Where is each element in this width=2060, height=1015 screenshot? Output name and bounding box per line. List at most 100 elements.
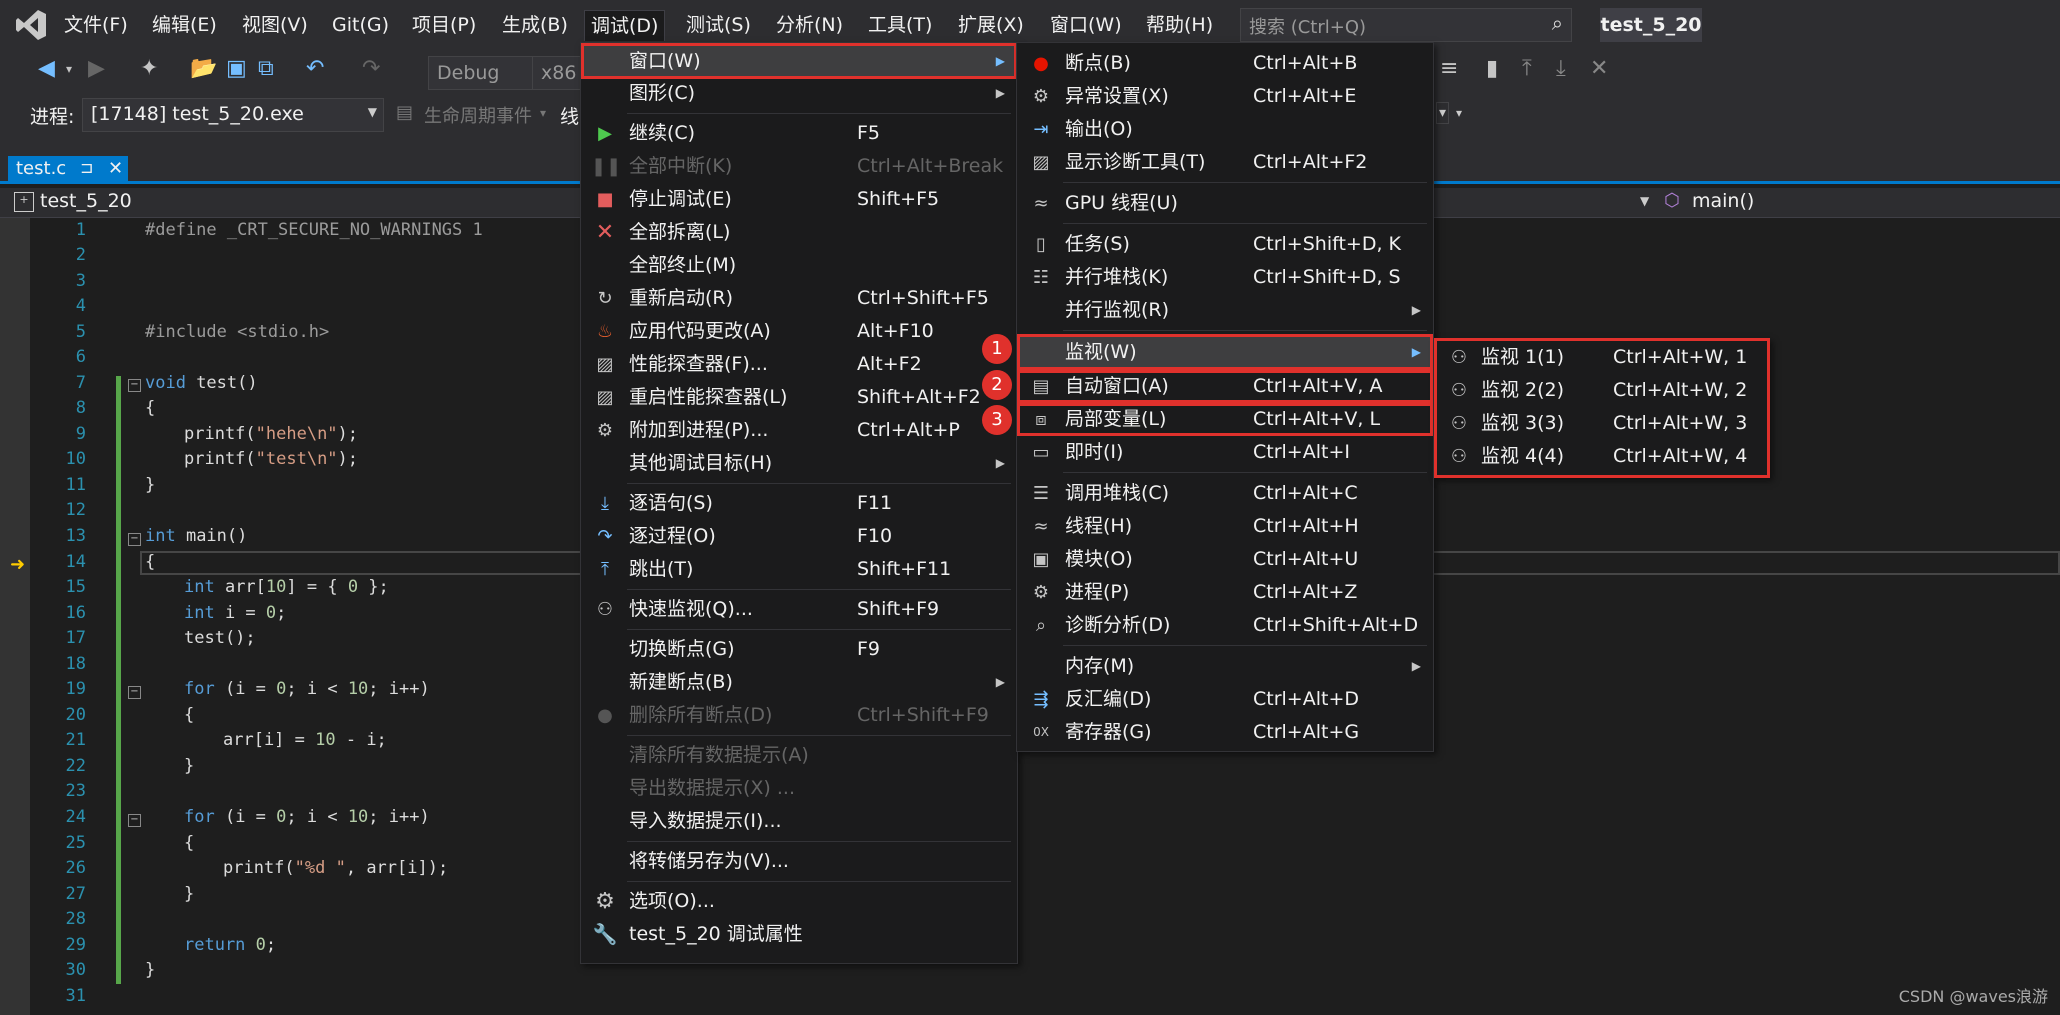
menu-item-tasks[interactable]: ▯ 任务(S) Ctrl+Shift+D, K [1017, 228, 1433, 261]
menu-item-disassembly[interactable]: ⇶ 反汇编(D) Ctrl+Alt+D [1017, 683, 1433, 716]
menu-item-registers[interactable]: 0X 寄存器(G) Ctrl+Alt+G [1017, 716, 1433, 749]
menu-git[interactable]: Git(G) [326, 10, 395, 40]
bookmark-icon[interactable]: ▮ [1486, 56, 1498, 81]
menu-item-watch-2[interactable]: ⚇ 监视 2(2) Ctrl+Alt+W, 2 [1435, 374, 1769, 407]
menu-file[interactable]: 文件(F) [58, 10, 134, 40]
save-all-icon[interactable]: ⧉ [258, 56, 274, 81]
line-number: 23 [65, 781, 86, 801]
menu-item-output[interactable]: ⇥ 输出(O) [1017, 113, 1433, 146]
lifecycle-events-button[interactable]: 生命周期事件 [424, 102, 532, 128]
tab-test-c[interactable]: test.c ⊐ ✕ [8, 156, 128, 184]
pin-icon[interactable]: ⊐ [80, 158, 93, 177]
menu-item-new-breakpoint[interactable]: 新建断点(B) ▶ [581, 666, 1017, 699]
menu-item-options[interactable]: ⚙ 选项(O)... [581, 885, 1017, 918]
close-icon: ✕ [595, 220, 615, 245]
menu-debug[interactable]: 调试(D) [584, 10, 666, 41]
step-out-icon: ⤒ [601, 559, 609, 580]
process-label: 进程: [30, 106, 75, 128]
menu-item-watch[interactable]: 监视(W) ▶ [1017, 334, 1433, 370]
menu-item-attach-to-process[interactable]: ⚙ 附加到进程(P)... Ctrl+Alt+P [581, 414, 1017, 447]
menu-test[interactable]: 测试(S) [680, 10, 757, 40]
fold-toggle-icon[interactable]: − [128, 686, 141, 699]
menu-item-label: 窗口(W) [629, 50, 701, 72]
menu-item-step-over[interactable]: ↷ 逐过程(O) F10 [581, 520, 1017, 553]
menu-item-processes[interactable]: ⚙ 进程(P) Ctrl+Alt+Z [1017, 576, 1433, 609]
code-line: printf("%d ", arr[i]); [223, 858, 448, 878]
fold-toggle-icon[interactable]: − [128, 533, 141, 546]
project-scope[interactable]: test_5_20 [40, 190, 132, 212]
menu-item-restart[interactable]: ↻ 重新启动(R) Ctrl+Shift+F5 [581, 282, 1017, 315]
menu-item-call-stack[interactable]: ☰ 调用堆栈(C) Ctrl+Alt+C [1017, 477, 1433, 510]
function-scope[interactable]: main() [1692, 190, 1754, 212]
menu-item-toggle-breakpoint[interactable]: 切换断点(G) F9 [581, 633, 1017, 666]
search-box[interactable]: 搜索 (Ctrl+Q) ⌕ [1240, 8, 1572, 42]
menu-item-apply-code-changes[interactable]: ♨ 应用代码更改(A) Alt+F10 [581, 315, 1017, 348]
menu-item-debug-properties[interactable]: 🔧 test_5_20 调试属性 [581, 918, 1017, 951]
menu-item-graphics[interactable]: 图形(C) ▶ [581, 77, 1017, 110]
menu-item-diagnostic-analysis[interactable]: ⌕ 诊断分析(D) Ctrl+Shift+Alt+D [1017, 609, 1433, 642]
prev-bookmark-icon[interactable]: ⤒ [1522, 56, 1532, 81]
menu-view[interactable]: 视图(V) [236, 10, 314, 40]
menu-item-threads[interactable]: ≈ 线程(H) Ctrl+Alt+H [1017, 510, 1433, 543]
clear-bookmark-icon[interactable]: ✕ [1590, 56, 1608, 81]
menu-item-label: 线程(H) [1065, 515, 1133, 537]
registers-icon: 0X [1033, 725, 1049, 739]
menu-analyze[interactable]: 分析(N) [770, 10, 849, 40]
chevron-down-icon[interactable]: ▼ [1640, 194, 1649, 208]
delete-breakpoints-icon: ● [597, 705, 613, 726]
menu-item-parallel-stacks[interactable]: ☷ 并行堆栈(K) Ctrl+Shift+D, S [1017, 261, 1433, 294]
close-icon[interactable]: ✕ [108, 158, 123, 179]
menu-item-stop-debugging[interactable]: ■ 停止调试(E) Shift+F5 [581, 183, 1017, 216]
menu-item-watch-1[interactable]: ⚇ 监视 1(1) Ctrl+Alt+W, 1 [1435, 341, 1769, 374]
save-icon[interactable]: ▣ [226, 56, 247, 81]
menu-item-performance-profiler[interactable]: ▨ 性能探查器(F)... Alt+F2 [581, 348, 1017, 381]
open-folder-icon[interactable]: 📂 [190, 56, 217, 81]
menu-item-window[interactable]: 窗口(W) ▶ [581, 43, 1017, 79]
menu-item-modules[interactable]: ▣ 模块(O) Ctrl+Alt+U [1017, 543, 1433, 576]
menu-item-label: test_5_20 调试属性 [629, 923, 803, 945]
back-icon[interactable]: ◀ [38, 56, 55, 81]
menu-edit[interactable]: 编辑(E) [146, 10, 223, 40]
new-project-icon[interactable]: ✦ [140, 56, 158, 81]
next-bookmark-icon[interactable]: ⤓ [1556, 56, 1566, 81]
menu-project[interactable]: 项目(P) [406, 10, 482, 40]
format-icon[interactable]: ≡ [1440, 56, 1458, 81]
menu-item-parallel-watch[interactable]: 并行监视(R) ▶ [1017, 294, 1433, 327]
menu-item-relaunch-profiler[interactable]: ▨ 重启性能探查器(L) Shift+Alt+F2 [581, 381, 1017, 414]
menu-item-continue[interactable]: ▶ 继续(C) F5 [581, 117, 1017, 150]
menu-item-exception-settings[interactable]: ⚙ 异常设置(X) Ctrl+Alt+E [1017, 80, 1433, 113]
redo-icon[interactable]: ↷ [362, 56, 380, 81]
menu-item-gpu-threads[interactable]: ≈ GPU 线程(U) [1017, 187, 1433, 220]
menu-help[interactable]: 帮助(H) [1140, 10, 1219, 40]
menu-build[interactable]: 生成(B) [496, 10, 574, 40]
menu-item-autos[interactable]: ▤ 自动窗口(A) Ctrl+Alt+V, A [1017, 370, 1433, 403]
fold-toggle-icon[interactable]: − [128, 814, 141, 827]
menu-window[interactable]: 窗口(W) [1044, 10, 1128, 40]
process-select[interactable]: [17148] test_5_20.exe ▼ [82, 98, 384, 132]
undo-icon[interactable]: ↶ [306, 56, 324, 81]
menu-item-breakpoints[interactable]: ● 断点(B) Ctrl+Alt+B [1017, 47, 1433, 80]
fold-toggle-icon[interactable]: − [128, 379, 141, 392]
menu-tools[interactable]: 工具(T) [862, 10, 938, 40]
menu-item-import-datatips[interactable]: 导入数据提示(I)... [581, 805, 1017, 838]
config-select[interactable]: Debug [428, 56, 540, 90]
menu-extensions[interactable]: 扩展(X) [952, 10, 1030, 40]
menu-item-terminate-all[interactable]: 全部终止(M) [581, 249, 1017, 282]
menu-item-locals[interactable]: ⧈ 局部变量(L) Ctrl+Alt+V, L [1017, 403, 1433, 436]
chevron-down-icon[interactable]: ▾ [66, 62, 72, 76]
menu-item-watch-3[interactable]: ⚇ 监视 3(3) Ctrl+Alt+W, 3 [1435, 407, 1769, 440]
menu-item-memory[interactable]: 内存(M) ▶ [1017, 650, 1433, 683]
menu-item-diagnostic-tools[interactable]: ▨ 显示诊断工具(T) Ctrl+Alt+F2 [1017, 146, 1433, 179]
overflow-icon[interactable]: ▾ [1456, 106, 1462, 120]
menu-item-save-dump[interactable]: 将转储另存为(V)... [581, 845, 1017, 878]
menu-item-detach-all[interactable]: ✕ 全部拆离(L) [581, 216, 1017, 249]
menu-item-step-out[interactable]: ⤒ 跳出(T) Shift+F11 [581, 553, 1017, 586]
menu-item-other-targets[interactable]: 其他调试目标(H) ▶ [581, 447, 1017, 480]
code-line: printf("hehe\n"); [184, 424, 358, 444]
forward-icon[interactable]: ▶ [88, 56, 105, 81]
menu-item-step-into[interactable]: ⤓ 逐语句(S) F11 [581, 487, 1017, 520]
menu-item-quick-watch[interactable]: ⚇ 快速监视(Q)... Shift+F9 [581, 593, 1017, 626]
chevron-down-icon[interactable]: ▾ [1436, 102, 1450, 124]
menu-item-watch-4[interactable]: ⚇ 监视 4(4) Ctrl+Alt+W, 4 [1435, 440, 1769, 473]
menu-item-immediate[interactable]: ▭ 即时(I) Ctrl+Alt+I [1017, 436, 1433, 469]
